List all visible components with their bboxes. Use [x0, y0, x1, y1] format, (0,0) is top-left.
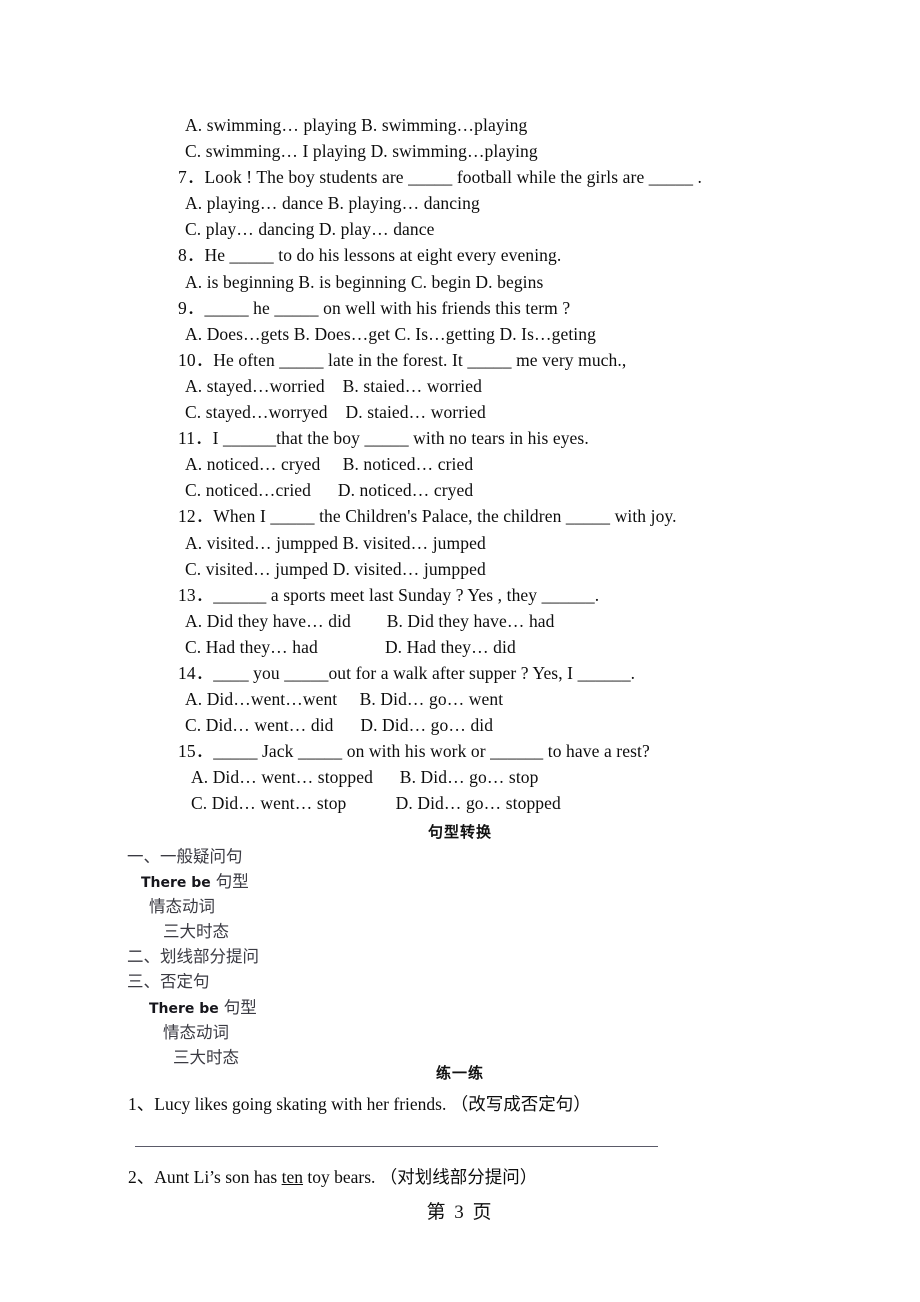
question-number: 1、 [128, 1094, 155, 1114]
mc-line: A. is beginning B. is beginning C. begin… [185, 271, 544, 292]
mc-line: C. Did… went… did D. Did… go… did [185, 715, 494, 736]
mc-question-10: 10．He often _____ late in the forest. It… [178, 349, 627, 370]
mc-line: A. Did they have… did B. Did they have… … [185, 610, 555, 631]
mc-question-9: 9．_____ he _____ on well with his friend… [178, 297, 571, 318]
mc-question-15: 15．_____ Jack _____ on with his work or … [178, 741, 650, 762]
mc-line: A. Does…gets B. Does…get C. Is…getting D… [185, 323, 596, 344]
mc-line: A. noticed… cryed B. noticed… cried [185, 454, 474, 475]
mc-question-13: 13．______ a sports meet last Sunday ? Ye… [178, 584, 600, 605]
practice-question-2: 2、Aunt Li’s son has ten toy bears. （对划线部… [128, 1164, 537, 1190]
mc-line: A. swimming… playing B. swimming…playing [185, 115, 528, 135]
outline-item: There be 句型 [127, 870, 627, 895]
document-page: A. swimming… playing B. swimming…playing… [0, 0, 920, 1302]
mc-question-12: 12．When I _____ the Children's Palace, t… [178, 506, 677, 527]
question-text-after: （改写成否定句） [450, 1094, 591, 1114]
outline-item-zh: 三大时态 [163, 922, 229, 942]
outline-item: 三、否定句 [127, 970, 627, 995]
mc-line: C. swimming… I playing D. swimming…playi… [185, 141, 538, 162]
mc-line: A. playing… dance B. playing… dancing [185, 193, 480, 214]
mc-line: A. stayed…worried B. staied… worried [185, 375, 482, 396]
question-text-before: Aunt Li’s son has [154, 1167, 282, 1187]
outline-item-zh: 情态动词 [163, 1022, 229, 1042]
outline-item: 一、一般疑问句 [127, 845, 627, 870]
mc-line: A. Did… went… stopped B. Did… go… stop [191, 767, 539, 788]
mc-line: C. visited… jumped D. visited… jumpped [185, 558, 486, 579]
answer-blank-rule [135, 1146, 658, 1147]
mc-line: C. Had they… had D. Had they… did [185, 636, 516, 657]
outline-item-zh: 情态动词 [149, 897, 215, 917]
mc-line: C. play… dancing D. play… dance [185, 219, 435, 240]
outline-item: 情态动词 [127, 895, 627, 920]
question-text-after: toy bears. （对划线部分提问） [303, 1167, 538, 1187]
outline-item-zh: 句型 [215, 872, 249, 892]
section-heading-practice: 练一练 [435, 1064, 484, 1082]
outline-item-en: There be [149, 1000, 224, 1017]
outline-item: There be 句型 [127, 996, 627, 1021]
section-heading-sentence-transformation: 句型转换 [427, 823, 492, 841]
page-footer: 第 3 页 [426, 1202, 494, 1223]
outline-item-zh: 一、一般疑问句 [127, 847, 243, 866]
question-number: 2、 [128, 1167, 155, 1187]
outline-item: 三大时态 [127, 920, 627, 945]
mc-line: C. stayed…worryed D. staied… worried [185, 402, 486, 423]
outline-item-zh: 二、划线部分提问 [127, 947, 259, 967]
multiple-choice-block: A. swimming… playing B. swimming…playing… [178, 112, 858, 817]
question-text-before: Lucy likes going skating with her friend… [154, 1094, 451, 1114]
outline-item-en: There be [141, 875, 216, 892]
mc-line: A. visited… jumpped B. visited… jumped [185, 532, 486, 553]
mc-question-7: 7．Look ! The boy students are _____ foot… [178, 167, 702, 188]
mc-line: C. Did… went… stop D. Did… go… stopped [191, 793, 561, 814]
mc-line: A. Did…went…went B. Did… go… went [185, 689, 504, 710]
outline-item-zh: 三、否定句 [127, 972, 210, 992]
question-underlined: ten [281, 1167, 304, 1187]
mc-question-11: 11．I ______that the boy _____ with no te… [178, 428, 589, 449]
sentence-transformation-outline: 一、一般疑问句 There be 句型 情态动词 三大时态 二、划线部分提问 三… [127, 845, 627, 1071]
practice-question-1: 1、Lucy likes going skating with her frie… [128, 1091, 591, 1117]
outline-item-zh: 句型 [223, 997, 257, 1017]
outline-item: 二、划线部分提问 [127, 945, 627, 970]
outline-item: 情态动词 [127, 1021, 627, 1046]
mc-question-8: 8．He _____ to do his lessons at eight ev… [178, 245, 562, 266]
mc-question-14: 14．____ you _____out for a walk after su… [178, 662, 636, 683]
mc-line: C. noticed…cried D. noticed… cryed [185, 480, 474, 501]
